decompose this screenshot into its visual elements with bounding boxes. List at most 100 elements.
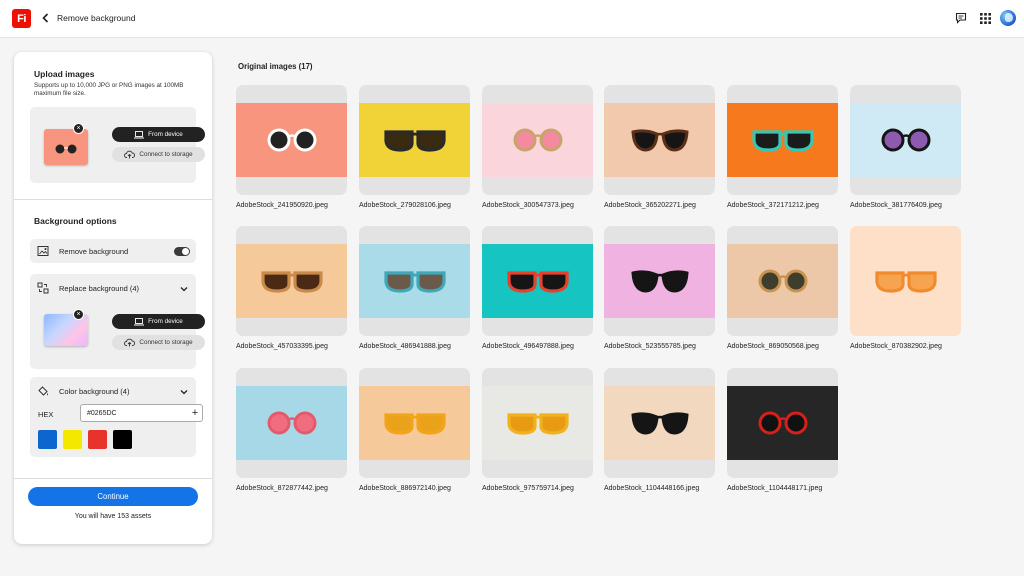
color-background-label: Color background (4): [59, 387, 130, 396]
image-card[interactable]: [850, 85, 961, 195]
upload-description: Supports up to 10,000 JPG or PNG images …: [34, 82, 184, 97]
upload-title: Upload images: [34, 69, 95, 79]
from-device-button[interactable]: From device: [112, 127, 205, 142]
from-device-label: From device: [148, 131, 183, 138]
app-logo[interactable]: Fi: [12, 9, 31, 28]
sunglasses-image: [359, 103, 470, 177]
image-filename: AdobeStock_279028106.jpeg: [359, 202, 451, 209]
comment-icon[interactable]: [954, 11, 968, 25]
image-filename: AdobeStock_486941888.jpeg: [359, 343, 451, 350]
image-filename: AdobeStock_300547373.jpeg: [482, 202, 574, 209]
color-swatch-yellow[interactable]: [63, 430, 82, 449]
sunglasses-image: [850, 226, 961, 336]
image-filename: AdobeStock_372171212.jpeg: [727, 202, 819, 209]
remove-background-icon: [36, 244, 50, 258]
hex-input[interactable]: [80, 404, 203, 422]
image-card[interactable]: [482, 85, 593, 195]
cloud-upload-icon: [124, 150, 136, 159]
divider: [14, 478, 212, 479]
image-card[interactable]: [236, 85, 347, 195]
image-card[interactable]: [604, 85, 715, 195]
uploaded-image-thumbnail: [44, 129, 88, 165]
sunglasses-image: [359, 386, 470, 460]
image-card[interactable]: [359, 85, 470, 195]
image-filename: AdobeStock_365202271.jpeg: [604, 202, 696, 209]
image-filename: AdobeStock_381776409.jpeg: [850, 202, 942, 209]
image-filename: AdobeStock_1104448171.jpeg: [727, 485, 823, 492]
connect-storage-label: Connect to storage: [139, 151, 193, 158]
upload-dropzone[interactable]: × From device Connect to storage: [30, 107, 205, 183]
sunglasses-image: [482, 103, 593, 177]
sunglasses-image: [727, 244, 838, 318]
image-filename: AdobeStock_457033395.jpeg: [236, 343, 328, 350]
color-background-section: Color background (4) HEX +: [30, 377, 203, 457]
image-filename: AdobeStock_1104448166.jpeg: [604, 485, 700, 492]
image-card[interactable]: [236, 226, 347, 336]
replace-connect-storage-button[interactable]: Connect to storage: [112, 335, 205, 350]
replace-from-device-button[interactable]: From device: [112, 314, 205, 329]
page-title: Remove background: [57, 13, 136, 23]
divider: [14, 199, 212, 200]
image-filename: AdobeStock_869050568.jpeg: [727, 343, 819, 350]
sunglasses-image: [727, 386, 838, 460]
options-panel: Upload images Supports up to 10,000 JPG …: [14, 52, 212, 544]
sunglasses-image: [236, 244, 347, 318]
image-filename: AdobeStock_241950920.jpeg: [236, 202, 328, 209]
replace-from-device-label: From device: [148, 318, 183, 325]
color-swatch-red[interactable]: [88, 430, 107, 449]
color-swatch-blue[interactable]: [38, 430, 57, 449]
image-card[interactable]: [236, 368, 347, 478]
image-card[interactable]: [727, 85, 838, 195]
image-card[interactable]: [727, 226, 838, 336]
image-card[interactable]: [604, 368, 715, 478]
assets-count-text: You will have 153 assets: [74, 513, 152, 520]
apps-grid-icon[interactable]: [978, 11, 992, 25]
sunglasses-image: [236, 103, 347, 177]
remove-background-image-icon[interactable]: ×: [73, 309, 84, 320]
image-filename: AdobeStock_886972140.jpeg: [359, 485, 451, 492]
background-options-title: Background options: [34, 216, 117, 226]
replace-connect-storage-label: Connect to storage: [139, 339, 193, 346]
image-card[interactable]: [359, 368, 470, 478]
replace-background-label: Replace background (4): [59, 284, 140, 293]
avatar[interactable]: [1000, 10, 1016, 26]
original-images-title: Original images (17): [238, 62, 313, 71]
sunglasses-image: [604, 103, 715, 177]
back-icon[interactable]: [40, 11, 50, 25]
image-filename: AdobeStock_975759714.jpeg: [482, 485, 574, 492]
laptop-icon: [134, 130, 145, 138]
add-color-icon[interactable]: +: [189, 406, 201, 420]
image-filename: AdobeStock_523555785.jpeg: [604, 343, 696, 350]
sunglasses-image: [727, 103, 838, 177]
hex-label: HEX: [38, 410, 54, 419]
remove-background-toggle[interactable]: [174, 247, 190, 256]
paint-bucket-icon: [36, 384, 50, 398]
continue-button[interactable]: Continue: [28, 487, 198, 506]
cloud-upload-icon: [124, 338, 136, 347]
chevron-down-icon[interactable]: [179, 387, 188, 396]
sunglasses-image: [850, 103, 961, 177]
chevron-down-icon[interactable]: [179, 284, 188, 293]
image-card[interactable]: [359, 226, 470, 336]
top-bar: Fi Remove background: [0, 0, 1024, 38]
image-card[interactable]: [850, 226, 961, 336]
image-filename: AdobeStock_496497888.jpeg: [482, 343, 574, 350]
image-card[interactable]: [604, 226, 715, 336]
sunglasses-image: [359, 244, 470, 318]
remove-upload-icon[interactable]: ×: [73, 123, 84, 134]
replace-background-icon: [36, 281, 50, 295]
laptop-icon: [134, 317, 145, 325]
sunglasses-image: [482, 244, 593, 318]
image-card[interactable]: [727, 368, 838, 478]
image-filename: AdobeStock_870382902.jpeg: [850, 343, 942, 350]
color-swatch-black[interactable]: [113, 430, 132, 449]
image-card[interactable]: [482, 368, 593, 478]
sunglasses-image: [482, 386, 593, 460]
connect-storage-button[interactable]: Connect to storage: [112, 147, 205, 162]
replace-background-section: Replace background (4) × From device Con…: [30, 274, 205, 369]
image-card[interactable]: [482, 226, 593, 336]
remove-background-row[interactable]: Remove background: [30, 239, 196, 263]
sunglasses-image: [604, 244, 715, 318]
image-filename: AdobeStock_872877442.jpeg: [236, 485, 328, 492]
sunglasses-image: [236, 386, 347, 460]
